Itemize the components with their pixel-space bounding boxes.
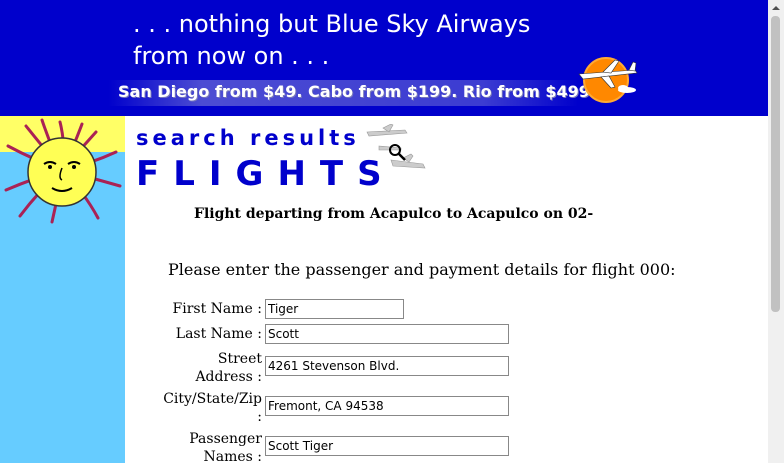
airplane-icon bbox=[578, 57, 638, 103]
instruction-text: Please enter the passenger and payment d… bbox=[168, 260, 676, 279]
city-state-zip-label-line-1: City/State/Zip bbox=[163, 391, 262, 407]
tagline-line-2: from now on . . . bbox=[133, 42, 330, 70]
first-name-label: First Name : bbox=[168, 300, 262, 318]
first-name-label-text: First Name : bbox=[172, 301, 262, 317]
street-address-label: Street Address : bbox=[168, 350, 262, 386]
street-address-label-line-1: Street bbox=[217, 351, 262, 367]
promo-text[interactable]: San Diego from $49. Cabo from $199. Rio … bbox=[118, 82, 596, 101]
last-name-label-text: Last Name : bbox=[175, 326, 262, 342]
flight-info: Flight departing from Acapulco to Acapul… bbox=[194, 206, 594, 222]
passenger-names-field[interactable] bbox=[265, 436, 509, 456]
vertical-scrollbar[interactable] bbox=[768, 0, 784, 463]
search-results-heading: search results bbox=[136, 126, 360, 150]
last-name-field[interactable] bbox=[265, 324, 509, 344]
city-state-zip-field[interactable] bbox=[265, 396, 509, 416]
city-state-zip-label-line-2: : bbox=[257, 409, 262, 425]
passenger-names-label-line-2: Names : bbox=[203, 449, 262, 465]
header-banner: . . . nothing but Blue Sky Airways from … bbox=[0, 0, 768, 116]
page-title: FLIGHTS bbox=[136, 154, 396, 194]
street-address-label-line-2: Address : bbox=[195, 369, 262, 385]
last-name-label: Last Name : bbox=[168, 325, 262, 343]
tagline-line-1: . . . nothing but Blue Sky Airways bbox=[133, 10, 531, 38]
street-address-field[interactable] bbox=[265, 356, 509, 376]
passenger-names-label-line-1: Passenger bbox=[189, 431, 262, 447]
passenger-names-label: Passenger Names : bbox=[168, 430, 262, 466]
magnifier-icon bbox=[366, 124, 426, 169]
sun-face-icon bbox=[0, 116, 125, 224]
tagline: . . . nothing but Blue Sky Airways from … bbox=[133, 8, 530, 72]
scroll-thumb[interactable] bbox=[771, 16, 780, 312]
city-state-zip-label: City/State/Zip : bbox=[158, 390, 262, 426]
first-name-field[interactable] bbox=[265, 299, 404, 319]
scroll-up-arrow-icon[interactable] bbox=[768, 0, 784, 16]
